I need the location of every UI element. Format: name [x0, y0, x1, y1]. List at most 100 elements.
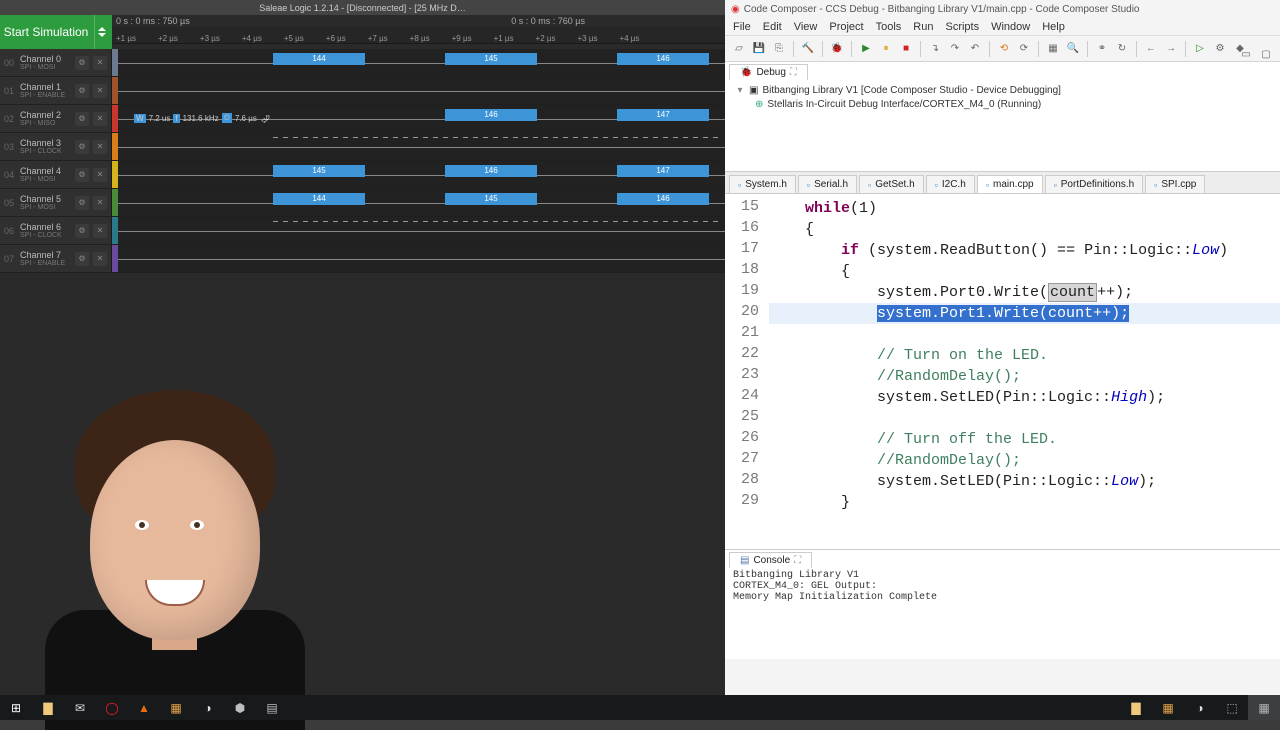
code-line[interactable]: }	[769, 492, 1280, 513]
resume-icon[interactable]: ▶	[858, 41, 874, 57]
gear-icon[interactable]: ⚙	[75, 168, 89, 182]
zoom-icon[interactable]: 🔍	[1065, 41, 1081, 57]
maximize-pane-icon[interactable]: ▢	[1258, 46, 1274, 62]
close-icon[interactable]: ✕	[93, 84, 107, 98]
code-line[interactable]: system.Port1.Write(count++);	[769, 303, 1280, 324]
waveform[interactable]: 145146147	[118, 161, 725, 188]
close-icon[interactable]: ✕	[93, 168, 107, 182]
menu-run[interactable]: Run	[913, 21, 933, 33]
sample-rate-stepper[interactable]	[94, 15, 108, 49]
code-line[interactable]: // Turn on the LED.	[769, 345, 1280, 366]
gear-icon[interactable]: ⚙	[75, 224, 89, 238]
code-editor[interactable]: 151617181920212223242526272829 while(1) …	[725, 194, 1280, 549]
data-burst[interactable]: 144	[273, 53, 365, 65]
menu-bar[interactable]: File Edit View Project Tools Run Scripts Window…	[725, 18, 1280, 36]
close-icon[interactable]: ✕	[93, 224, 107, 238]
channel-label[interactable]: 02 Channel 2SPI - MISO ⚙ ✕	[0, 105, 112, 132]
marker-icon[interactable]: ◆	[1232, 41, 1248, 57]
data-burst[interactable]: 147	[617, 109, 709, 121]
menu-window[interactable]: Window	[991, 21, 1030, 33]
code-line[interactable]: system.SetLED(Pin::Logic::Low);	[769, 471, 1280, 492]
taskbar-file-explorer[interactable]: ▇	[32, 695, 64, 720]
code-line[interactable]: if (system.ReadButton() == Pin::Logic::L…	[769, 240, 1280, 261]
nav-back-icon[interactable]: ←	[1143, 41, 1159, 57]
channel-label[interactable]: 06 Channel 6SPI - CLOCK ⚙ ✕	[0, 217, 112, 244]
gear-icon[interactable]: ⚙	[75, 140, 89, 154]
code-line[interactable]: //RandomDelay();	[769, 450, 1280, 471]
restart-icon[interactable]: ⟲	[996, 41, 1012, 57]
data-burst[interactable]: 145	[445, 53, 537, 65]
waveform[interactable]	[118, 77, 725, 104]
refresh-icon[interactable]: ↻	[1114, 41, 1130, 57]
step-over-icon[interactable]: ↷	[947, 41, 963, 57]
menu-scripts[interactable]: Scripts	[945, 21, 979, 33]
gear-icon[interactable]: ⚙	[75, 84, 89, 98]
code-line[interactable]: system.SetLED(Pin::Logic::High);	[769, 387, 1280, 408]
gear-icon[interactable]: ⚙	[75, 252, 89, 266]
debug-tree-child[interactable]: ⊕ Stellaris In-Circuit Debug Interface/C…	[735, 98, 1270, 112]
code-line[interactable]: // Turn off the LED.	[769, 429, 1280, 450]
waveform[interactable]: 144145146	[118, 189, 725, 216]
debug-tab[interactable]: 🐞 Debug⛶	[729, 64, 808, 80]
taskbar-start[interactable]: ⊞	[0, 695, 32, 720]
menu-file[interactable]: File	[733, 21, 751, 33]
tab-GetSet-h[interactable]: ▫GetSet.h	[859, 175, 924, 193]
run-icon[interactable]: ▷	[1192, 41, 1208, 57]
pause-icon[interactable]: ⏸	[878, 41, 894, 57]
channel-label[interactable]: 05 Channel 5SPI - MOSI ⚙ ✕	[0, 189, 112, 216]
nav-fwd-icon[interactable]: →	[1163, 41, 1179, 57]
debug-tree-root[interactable]: ▾ ▣ Bitbanging Library V1 [Code Composer…	[735, 84, 1270, 98]
tab-Serial-h[interactable]: ▫Serial.h	[798, 175, 857, 193]
close-icon[interactable]: ✕	[93, 140, 107, 154]
menu-help[interactable]: Help	[1042, 21, 1065, 33]
data-burst[interactable]: 144	[273, 193, 365, 205]
connect-icon[interactable]: ⚭	[1094, 41, 1110, 57]
gear-icon[interactable]: ⚙	[75, 56, 89, 70]
channel-label[interactable]: 00 Channel 0SPI - MOSI ⚙ ✕	[0, 49, 112, 76]
build-icon[interactable]: 🔨	[800, 41, 816, 57]
code-line[interactable]: //RandomDelay();	[769, 366, 1280, 387]
channel-label[interactable]: 07 Channel 7SPI - ENABLE ⚙ ✕	[0, 245, 112, 272]
tab-PortDefinitions-h[interactable]: ▫PortDefinitions.h	[1045, 175, 1144, 193]
taskbar-file-explorer-active[interactable]: ▇	[1120, 695, 1152, 720]
stop-icon[interactable]: ■	[898, 41, 914, 57]
waveform[interactable]	[118, 217, 725, 244]
menu-tools[interactable]: Tools	[876, 21, 902, 33]
console-tab[interactable]: ▤ Console⛶	[729, 552, 812, 568]
step-return-icon[interactable]: ↶	[967, 41, 983, 57]
save-icon[interactable]: 💾	[751, 41, 767, 57]
taskbar-ccs[interactable]: ⬚	[1216, 695, 1248, 720]
code-line[interactable]	[769, 324, 1280, 345]
taskbar-app2[interactable]: ▤	[256, 695, 288, 720]
gear-icon[interactable]: ⚙	[75, 112, 89, 126]
tab-System-h[interactable]: ▫System.h	[729, 175, 796, 193]
start-simulation-button[interactable]: Start Simulation	[0, 15, 112, 49]
code-line[interactable]: {	[769, 261, 1280, 282]
reset-icon[interactable]: ⟳	[1016, 41, 1032, 57]
taskbar-obs-active[interactable]: ◑	[1184, 695, 1216, 720]
close-icon[interactable]: ✕	[93, 112, 107, 126]
taskbar-calendar-active[interactable]: ▦	[1152, 695, 1184, 720]
expand-icon[interactable]: ▾	[735, 84, 745, 98]
channel-label[interactable]: 04 Channel 4SPI - MOSI ⚙ ✕	[0, 161, 112, 188]
taskbar-calendar[interactable]: ▦	[160, 695, 192, 720]
code-line[interactable]	[769, 408, 1280, 429]
tab-main-cpp[interactable]: ▫main.cpp	[977, 175, 1043, 193]
waveform[interactable]	[118, 133, 725, 160]
save-all-icon[interactable]: ⎘	[771, 41, 787, 57]
code-line[interactable]: {	[769, 219, 1280, 240]
menu-project[interactable]: Project	[829, 21, 863, 33]
step-into-icon[interactable]: ↴	[927, 41, 943, 57]
grid-icon[interactable]: ▦	[1045, 41, 1061, 57]
gear-icon[interactable]: ⚙	[75, 196, 89, 210]
menu-view[interactable]: View	[794, 21, 818, 33]
taskbar-saleae[interactable]: ▦	[1248, 695, 1280, 720]
channel-label[interactable]: 01 Channel 1SPI - ENABLE ⚙ ✕	[0, 77, 112, 104]
menu-edit[interactable]: Edit	[763, 21, 782, 33]
data-burst[interactable]: 146	[445, 109, 537, 121]
taskbar-vlc[interactable]: ▲	[128, 695, 160, 720]
waveform[interactable]: 144145146	[118, 49, 725, 76]
taskbar-mail[interactable]: ✉	[64, 695, 96, 720]
gear-icon[interactable]: ⚙	[1212, 41, 1228, 57]
taskbar-opera[interactable]: ◯	[96, 695, 128, 720]
